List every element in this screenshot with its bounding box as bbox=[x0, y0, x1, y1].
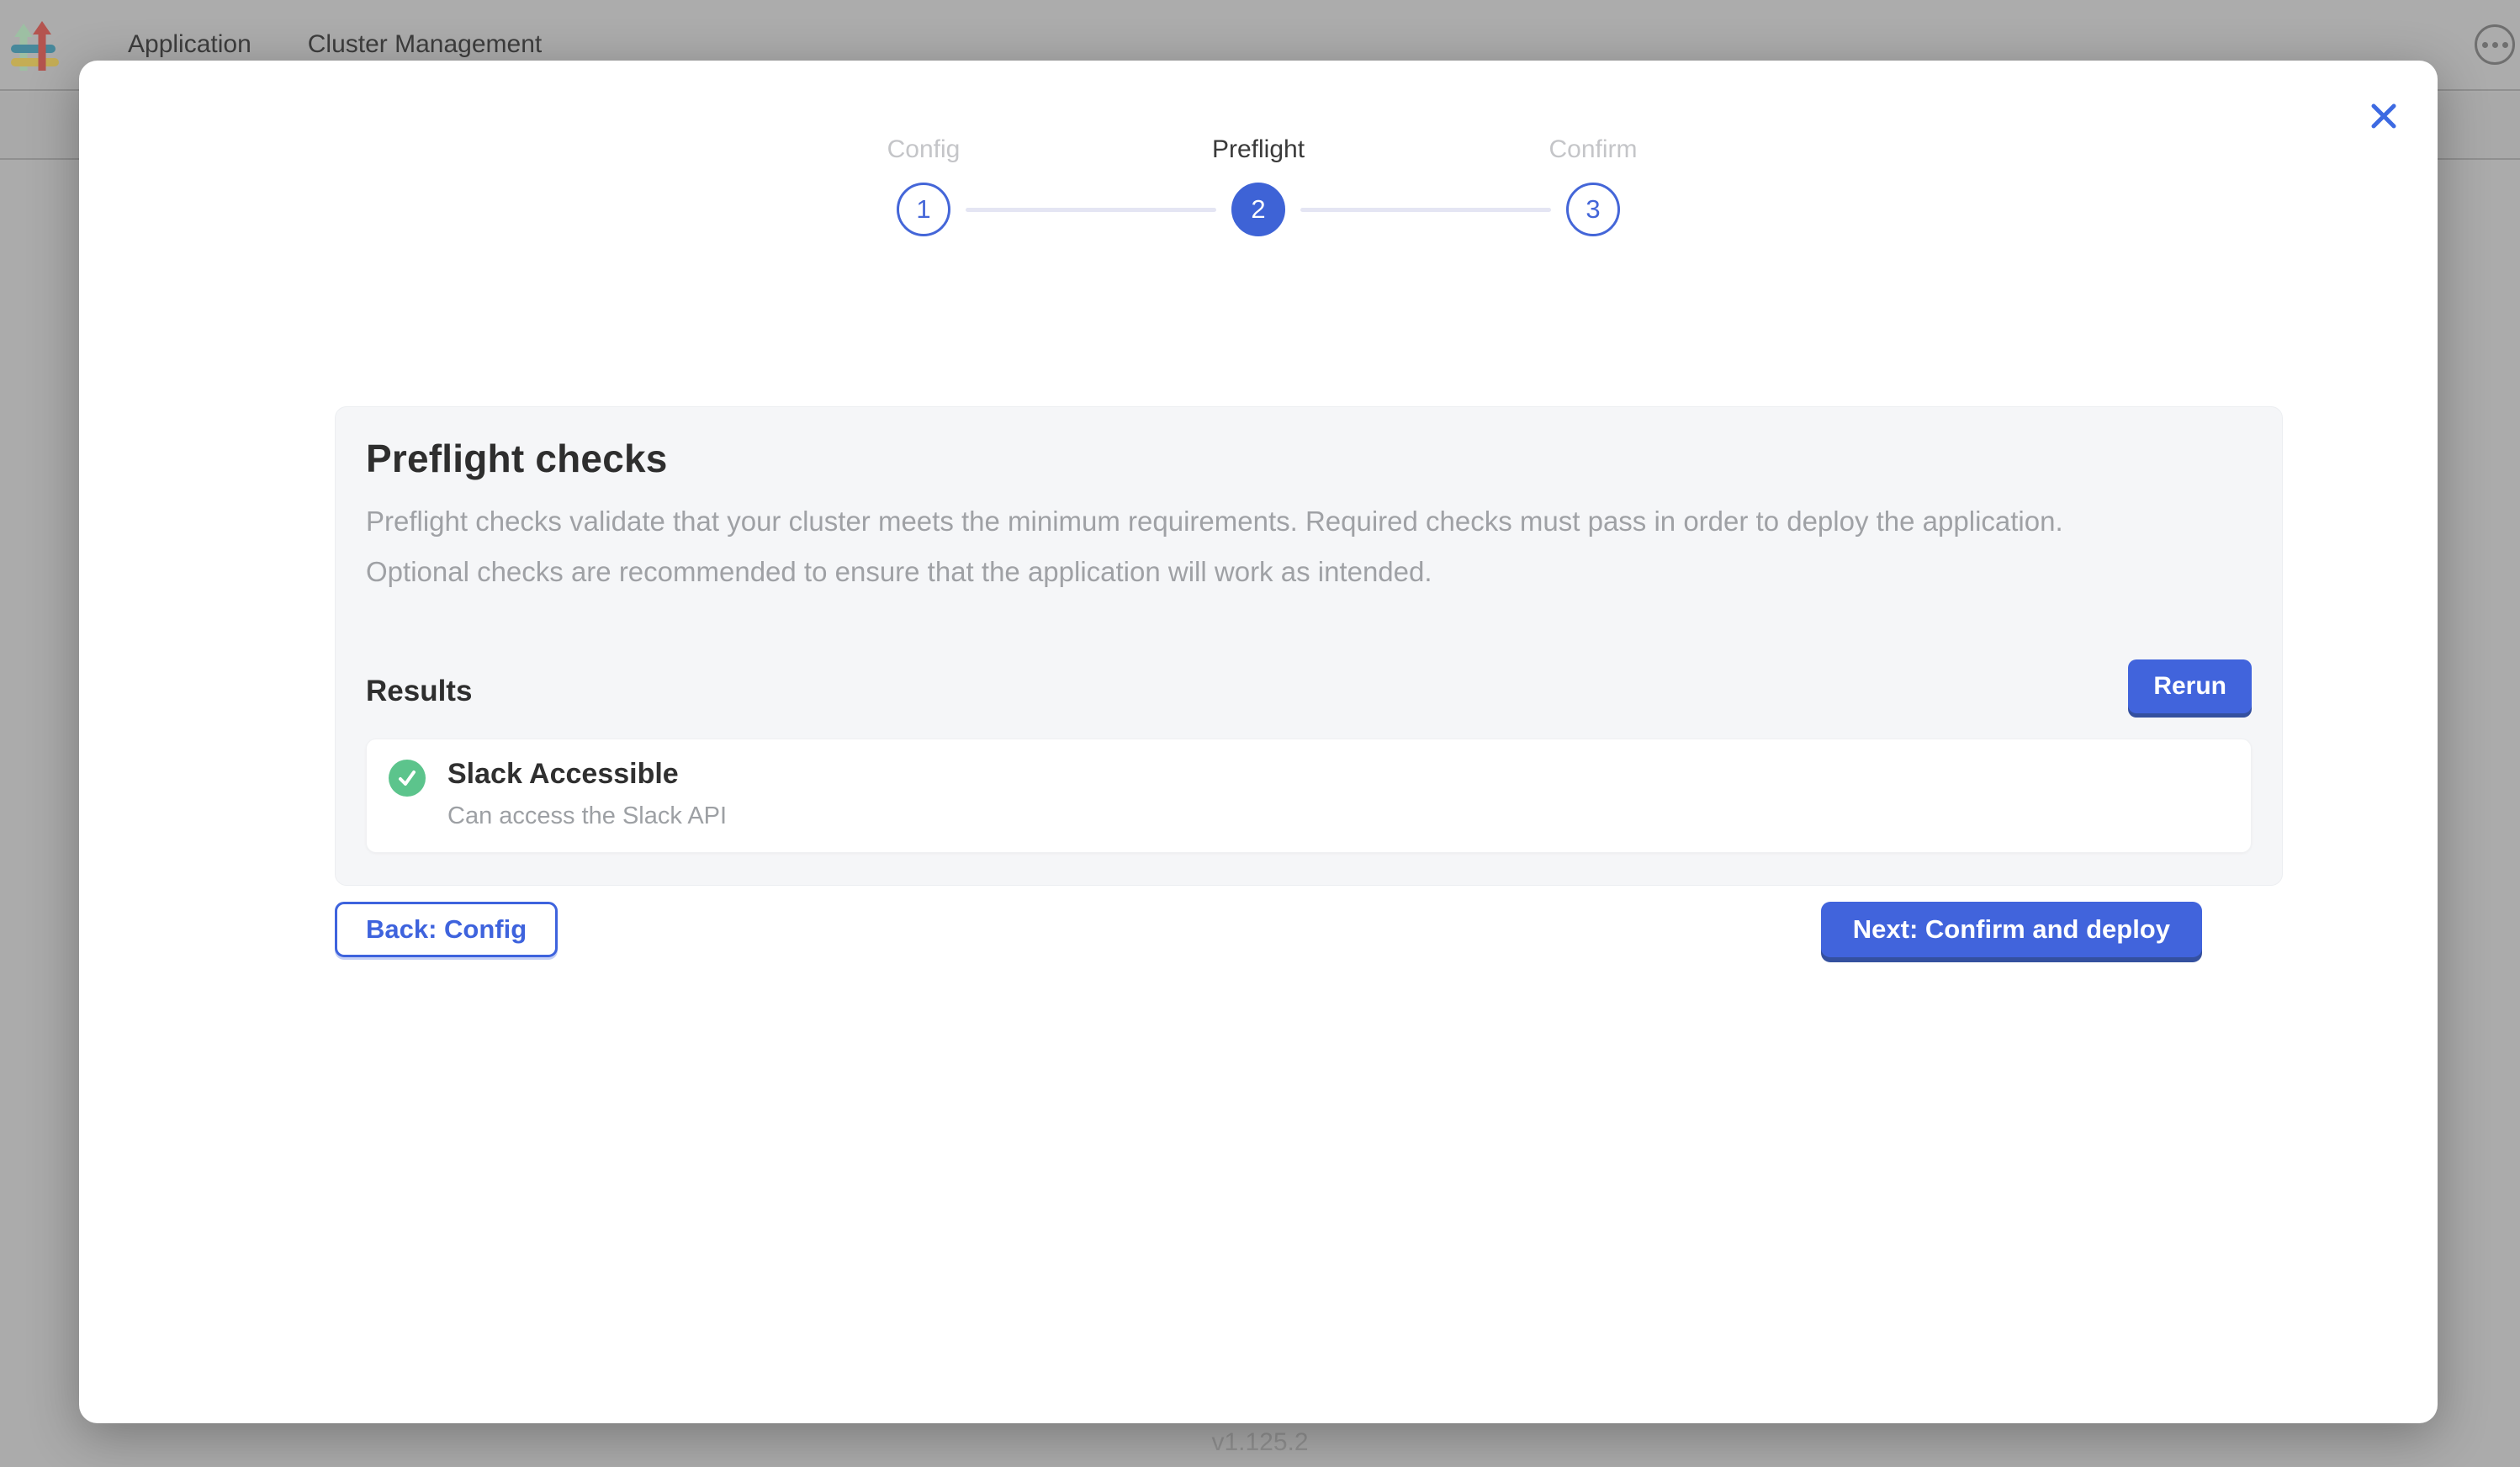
step-label-confirm: Confirm bbox=[1549, 135, 1638, 164]
check-icon bbox=[389, 760, 426, 797]
stepper-connector bbox=[1300, 208, 1551, 212]
result-title: Slack Accessible bbox=[447, 758, 727, 791]
nav-tab-application[interactable]: Application bbox=[128, 30, 251, 59]
panel-title: Preflight checks bbox=[366, 436, 2252, 481]
step-label-preflight: Preflight bbox=[1212, 135, 1305, 164]
results-header-row: Results Rerun bbox=[366, 659, 2252, 713]
back-config-button[interactable]: Back: Config bbox=[335, 902, 558, 957]
ellipsis-dot bbox=[2482, 42, 2488, 48]
preflight-checks-panel: Preflight checks Preflight checks valida… bbox=[335, 406, 2283, 886]
version-label: v1.125.2 bbox=[0, 1428, 2520, 1457]
step-circle-3[interactable]: 3 bbox=[1566, 183, 1620, 236]
panel-description: Preflight checks validate that your clus… bbox=[366, 496, 2124, 597]
overflow-menu-icon[interactable] bbox=[2475, 24, 2515, 65]
step-label-config: Config bbox=[887, 135, 961, 164]
result-detail: Can access the Slack API bbox=[447, 802, 727, 830]
step-circle-1[interactable]: 1 bbox=[897, 183, 950, 236]
stepper-connector bbox=[966, 208, 1216, 212]
app-logo-icon bbox=[10, 15, 62, 74]
results-heading: Results bbox=[366, 675, 472, 713]
wizard-stepper: Config Preflight Confirm 1 2 3 bbox=[897, 135, 1620, 236]
nav-tab-cluster-management[interactable]: Cluster Management bbox=[308, 30, 542, 59]
close-icon[interactable] bbox=[2367, 99, 2401, 133]
modal-action-row: Back: Config Next: Confirm and deploy bbox=[335, 902, 2202, 957]
ellipsis-dot bbox=[2502, 42, 2508, 48]
ellipsis-dot bbox=[2492, 42, 2498, 48]
step-circle-2[interactable]: 2 bbox=[1231, 183, 1285, 236]
preflight-result-item: Slack Accessible Can access the Slack AP… bbox=[366, 739, 2252, 853]
preflight-modal: Config Preflight Confirm 1 2 3 Preflight… bbox=[79, 61, 2438, 1423]
logo-yellow-bar bbox=[11, 58, 59, 66]
logo-teal-bar bbox=[11, 45, 56, 53]
rerun-button[interactable]: Rerun bbox=[2128, 659, 2252, 713]
result-text-block: Slack Accessible Can access the Slack AP… bbox=[447, 758, 727, 830]
next-confirm-deploy-button[interactable]: Next: Confirm and deploy bbox=[1821, 902, 2202, 957]
